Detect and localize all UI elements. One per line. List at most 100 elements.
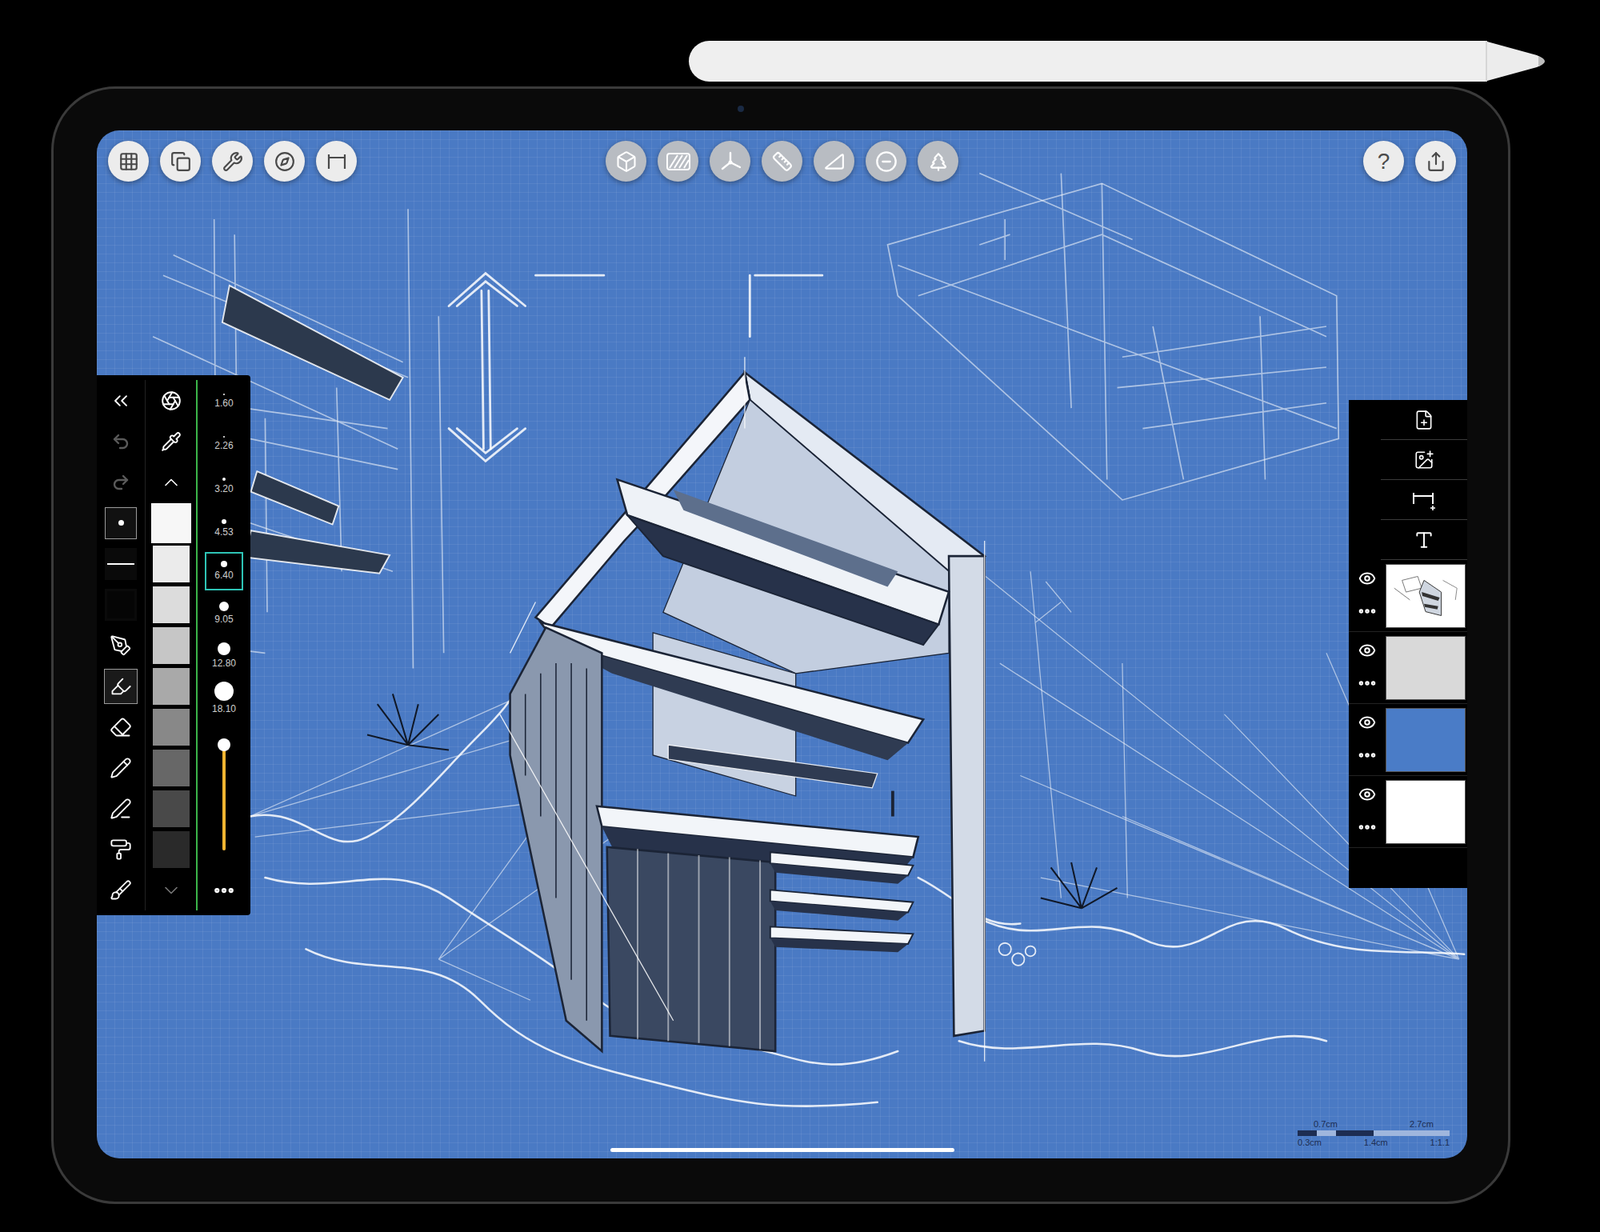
scroll-down-button[interactable] xyxy=(145,869,196,911)
dimension-add-icon xyxy=(1410,489,1438,511)
opacity-thumb[interactable] xyxy=(217,738,231,752)
layer-options-icon[interactable] xyxy=(1356,816,1378,838)
layer-row[interactable] xyxy=(1348,632,1468,704)
eyedropper-icon xyxy=(160,431,182,452)
hatch-button[interactable] xyxy=(657,140,699,182)
dot-tip-icon xyxy=(118,520,124,526)
home-indicator[interactable] xyxy=(610,1148,955,1152)
pencil-tip-icon xyxy=(1487,40,1552,82)
size-option[interactable]: 3.20 xyxy=(197,464,251,508)
ipad-frame: ?1.602.263.204.536.409.0512.8018.100.7cm… xyxy=(51,86,1511,1204)
3d-button[interactable] xyxy=(605,140,647,182)
eraser-icon xyxy=(109,716,132,739)
drawing-canvas[interactable]: ?1.602.263.204.536.409.0512.8018.100.7cm… xyxy=(96,130,1468,1159)
sketch-drawing[interactable] xyxy=(96,130,1468,1159)
collapse-button[interactable] xyxy=(96,380,145,421)
layer-row[interactable] xyxy=(1348,560,1468,632)
visibility-eye-icon[interactable] xyxy=(1358,785,1376,804)
gallery-button[interactable] xyxy=(108,140,149,182)
layer-thumbnail xyxy=(1385,636,1466,700)
circle-minus-icon xyxy=(875,150,898,173)
size-label: 2.26 xyxy=(214,440,233,452)
add-image-button[interactable] xyxy=(1380,440,1468,480)
scroll-up-button[interactable] xyxy=(145,461,196,503)
stamp-button[interactable] xyxy=(917,140,959,182)
size-option[interactable]: 9.05 xyxy=(197,592,251,635)
brush-tip[interactable] xyxy=(96,584,145,625)
settings-button[interactable] xyxy=(212,140,253,182)
size-option[interactable]: 18.10 xyxy=(197,676,251,720)
color-swatch[interactable] xyxy=(145,502,196,544)
more-button[interactable] xyxy=(197,869,251,911)
visibility-eye-icon[interactable] xyxy=(1358,713,1376,732)
tree-icon xyxy=(928,151,949,172)
size-dot xyxy=(220,560,228,568)
undo-button[interactable] xyxy=(96,420,145,462)
layer-options-icon[interactable] xyxy=(1356,744,1378,766)
brush-marker-icon xyxy=(109,879,132,902)
color-wheel-button[interactable] xyxy=(145,380,196,421)
top-toolbar: ? xyxy=(108,140,1456,182)
navigate-button[interactable] xyxy=(264,140,305,182)
cube-icon xyxy=(615,150,638,173)
color-swatch[interactable] xyxy=(145,788,196,829)
visibility-eye-icon[interactable] xyxy=(1358,569,1376,588)
swatch-column xyxy=(144,380,196,911)
eyedropper-button[interactable] xyxy=(145,420,196,462)
layer-row[interactable] xyxy=(1348,704,1468,776)
brush-tip[interactable] xyxy=(96,502,145,544)
color-swatch[interactable] xyxy=(145,706,196,748)
add-dimension-button[interactable] xyxy=(1380,480,1468,520)
size-option[interactable]: 2.26 xyxy=(197,422,251,465)
share-button[interactable] xyxy=(1415,140,1456,182)
drawing-tool[interactable] xyxy=(96,747,145,788)
scale-label: 2.7cm xyxy=(1409,1119,1434,1129)
opacity-slider[interactable] xyxy=(197,719,251,870)
drawing-tool[interactable] xyxy=(96,665,145,707)
add-layer-button[interactable] xyxy=(1380,400,1468,440)
scale-button[interactable] xyxy=(316,140,357,182)
tool-column xyxy=(96,380,145,911)
color-swatch[interactable] xyxy=(145,543,196,584)
drawing-tool[interactable] xyxy=(96,624,145,666)
erase-shape-button[interactable] xyxy=(865,140,907,182)
color-swatch[interactable] xyxy=(145,747,196,788)
color-swatch[interactable] xyxy=(145,624,196,666)
layers-button[interactable] xyxy=(160,140,201,182)
blank-tip-icon xyxy=(107,591,135,619)
layer-thumbnail xyxy=(1385,564,1466,628)
size-dot xyxy=(217,642,232,656)
file-plus-icon xyxy=(1413,409,1435,431)
add-text-button[interactable] xyxy=(1380,520,1468,560)
size-option[interactable]: 12.80 xyxy=(197,634,251,677)
help-label: ? xyxy=(1377,149,1391,174)
drawing-tool[interactable] xyxy=(96,828,145,870)
line-tip-icon xyxy=(107,563,135,565)
scale-label: 1.4cm xyxy=(1364,1137,1388,1148)
perspective-button[interactable] xyxy=(709,140,751,182)
layer-row[interactable] xyxy=(1348,776,1468,848)
layer-options-icon[interactable] xyxy=(1356,600,1378,622)
size-dot xyxy=(222,477,226,481)
front-camera xyxy=(737,105,744,112)
color-swatch[interactable] xyxy=(145,828,196,870)
redo-button[interactable] xyxy=(96,461,145,503)
layer-options-icon[interactable] xyxy=(1356,672,1378,694)
size-label: 3.20 xyxy=(214,483,233,495)
drawing-tool[interactable] xyxy=(96,788,145,829)
drawing-tool[interactable] xyxy=(96,869,145,911)
color-swatch[interactable] xyxy=(145,665,196,707)
brush-tip[interactable] xyxy=(96,543,145,584)
triangle-button[interactable] xyxy=(813,140,855,182)
color-swatch[interactable] xyxy=(145,584,196,625)
help-button[interactable]: ? xyxy=(1363,140,1404,182)
size-option[interactable]: 1.60 xyxy=(197,380,251,423)
size-option[interactable]: 4.53 xyxy=(197,507,251,550)
ruler-button[interactable] xyxy=(761,140,803,182)
drawing-tool[interactable] xyxy=(96,706,145,748)
size-dot xyxy=(223,393,225,396)
size-option[interactable]: 6.40 xyxy=(197,549,251,592)
visibility-eye-icon[interactable] xyxy=(1358,641,1376,660)
hatch-icon xyxy=(666,152,691,172)
dimension-bracket-icon xyxy=(325,152,348,172)
